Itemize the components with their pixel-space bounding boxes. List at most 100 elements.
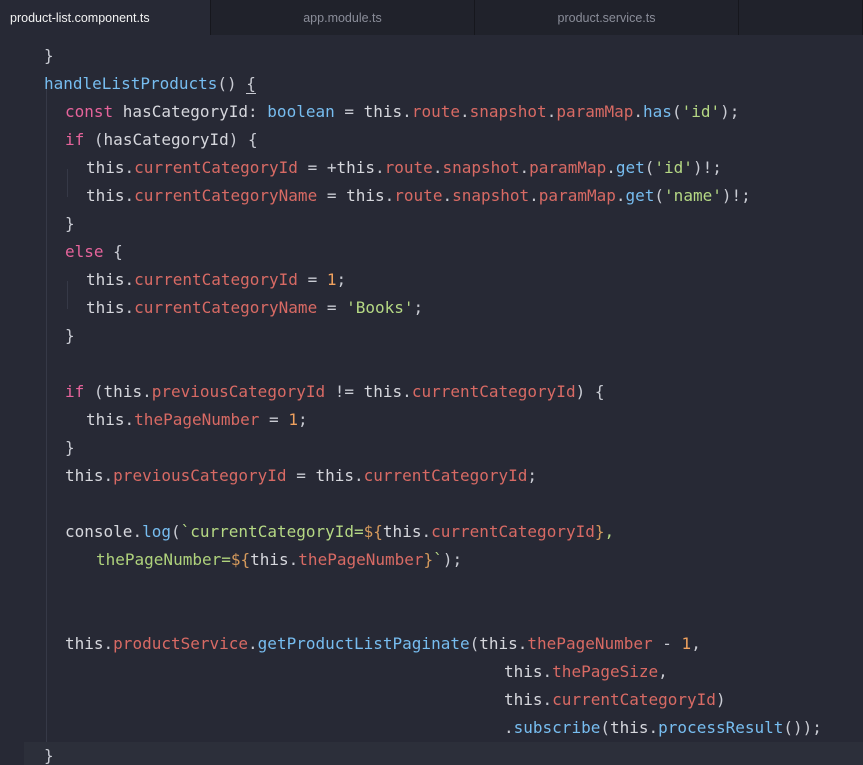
code-token: ,	[604, 522, 615, 541]
code-line[interactable]: this.productService.getProductListPagina…	[0, 630, 863, 658]
code-token: handleListProducts	[44, 74, 218, 93]
code-line-text: }	[44, 42, 54, 70]
code-token: .	[384, 186, 395, 205]
code-token: previousCategoryId	[151, 382, 326, 401]
code-token: )	[715, 690, 726, 709]
code-area[interactable]: } handleListProducts() {const hasCategory…	[0, 35, 863, 765]
code-token: .	[459, 102, 470, 121]
tab-bar-empty-area	[739, 0, 863, 35]
code-token: get	[615, 158, 645, 177]
code-line[interactable]	[0, 350, 863, 378]
code-token: const	[65, 102, 123, 121]
code-token: .	[606, 158, 616, 177]
code-token: this	[86, 186, 125, 205]
code-token: this	[65, 634, 104, 653]
code-token: ;	[297, 410, 308, 429]
code-token: get	[625, 186, 655, 205]
code-line[interactable]: this.currentCategoryId = +this.route.sna…	[0, 154, 863, 182]
code-line[interactable]: }	[0, 434, 863, 462]
code-line[interactable]: }	[0, 42, 863, 70]
code-token: currentCategoryName	[134, 298, 318, 317]
code-line-text: this.currentCategoryId = +this.route.sna…	[86, 154, 722, 182]
code-line[interactable]: this.thePageNumber = 1;	[0, 406, 863, 434]
code-line[interactable]: this.currentCategoryId)	[0, 686, 863, 714]
code-editor[interactable]: product-list.component.ts app.module.ts …	[0, 0, 863, 765]
code-token: ${	[230, 550, 251, 569]
code-token: {	[113, 242, 123, 261]
code-token: .	[124, 410, 135, 429]
code-line[interactable]: else {	[0, 238, 863, 266]
code-line-text: if (this.previousCategoryId != this.curr…	[65, 378, 604, 406]
code-token: .	[432, 158, 443, 177]
code-token: ;	[413, 298, 424, 317]
tab-product-list-component[interactable]: product-list.component.ts	[0, 0, 211, 35]
code-token: this	[504, 690, 543, 709]
code-line[interactable]: .subscribe(this.processResult());	[0, 714, 863, 742]
code-token: }	[423, 550, 434, 569]
tab-app-module[interactable]: app.module.ts	[211, 0, 475, 35]
code-token: ${	[363, 522, 383, 541]
code-token: this	[479, 634, 518, 653]
code-token: 'name'	[664, 186, 722, 205]
code-token: ) {	[575, 382, 605, 401]
code-token: has	[643, 102, 672, 121]
code-line-text: this.currentCategoryName = 'Books';	[86, 294, 423, 322]
code-line[interactable]: if (hasCategoryId) {	[0, 126, 863, 154]
code-line[interactable]: thePageNumber=${this.thePageNumber}`);	[0, 546, 863, 574]
code-line[interactable]: }	[0, 322, 863, 350]
code-token: {	[246, 74, 256, 94]
code-line-text: handleListProducts() {	[44, 70, 256, 98]
code-token: .	[517, 634, 528, 653]
code-token: else	[65, 242, 114, 261]
code-line[interactable]: this.thePageSize,	[0, 658, 863, 686]
code-line[interactable]: const hasCategoryId: boolean = this.rout…	[0, 98, 863, 126]
code-token: }	[44, 746, 54, 765]
code-token: currentCategoryId	[134, 158, 298, 177]
code-line-text: if (hasCategoryId) {	[65, 126, 258, 154]
code-line[interactable]	[0, 574, 863, 602]
code-token: previousCategoryId	[113, 466, 287, 485]
code-token: `currentCategoryId=	[180, 522, 364, 541]
code-token: .	[529, 186, 539, 205]
code-line[interactable]: }	[24, 742, 863, 765]
code-token: );	[442, 550, 463, 569]
code-token: getProductListPaginate	[257, 634, 470, 653]
code-token: currentCategoryName	[134, 186, 318, 205]
code-line[interactable]: if (this.previousCategoryId != this.curr…	[0, 378, 863, 406]
code-token: :	[248, 102, 268, 121]
code-token: =	[317, 186, 347, 205]
code-token: ,	[691, 634, 701, 653]
code-token: this	[346, 186, 385, 205]
code-token: paramMap	[538, 186, 616, 205]
code-line[interactable]: handleListProducts() {	[0, 70, 863, 98]
code-token: snapshot	[469, 102, 547, 121]
tab-product-service[interactable]: product.service.ts	[475, 0, 739, 35]
code-token: console	[65, 522, 133, 541]
code-line-text: this.currentCategoryId = 1;	[86, 266, 346, 294]
code-line[interactable]	[0, 490, 863, 518]
code-token: snapshot	[442, 158, 520, 177]
code-token: this	[315, 466, 354, 485]
code-token: this	[504, 662, 543, 681]
code-token: paramMap	[556, 102, 634, 121]
code-token: );	[720, 102, 740, 121]
code-line[interactable]: this.previousCategoryId = this.currentCa…	[0, 462, 863, 490]
code-token: this	[86, 158, 125, 177]
code-token: (	[170, 522, 181, 541]
code-line-text: thePageNumber=${this.thePageNumber}`);	[96, 546, 462, 574]
code-token: this	[382, 522, 422, 541]
code-token: if	[65, 382, 94, 401]
code-line[interactable]: this.currentCategoryId = 1;	[0, 266, 863, 294]
code-line-text: }	[65, 322, 75, 350]
code-token: this	[86, 410, 125, 429]
code-line[interactable]	[0, 602, 863, 630]
code-token: = +	[297, 158, 337, 177]
code-token: }	[65, 326, 75, 345]
code-token: .	[648, 718, 659, 737]
code-token: .	[248, 634, 258, 653]
code-line[interactable]: console.log(`currentCategoryId=${this.cu…	[0, 518, 863, 546]
code-line[interactable]: }	[0, 210, 863, 238]
code-line[interactable]: this.currentCategoryName = this.route.sn…	[0, 182, 863, 210]
code-line[interactable]: this.currentCategoryName = 'Books';	[0, 294, 863, 322]
code-token: this	[609, 718, 649, 737]
